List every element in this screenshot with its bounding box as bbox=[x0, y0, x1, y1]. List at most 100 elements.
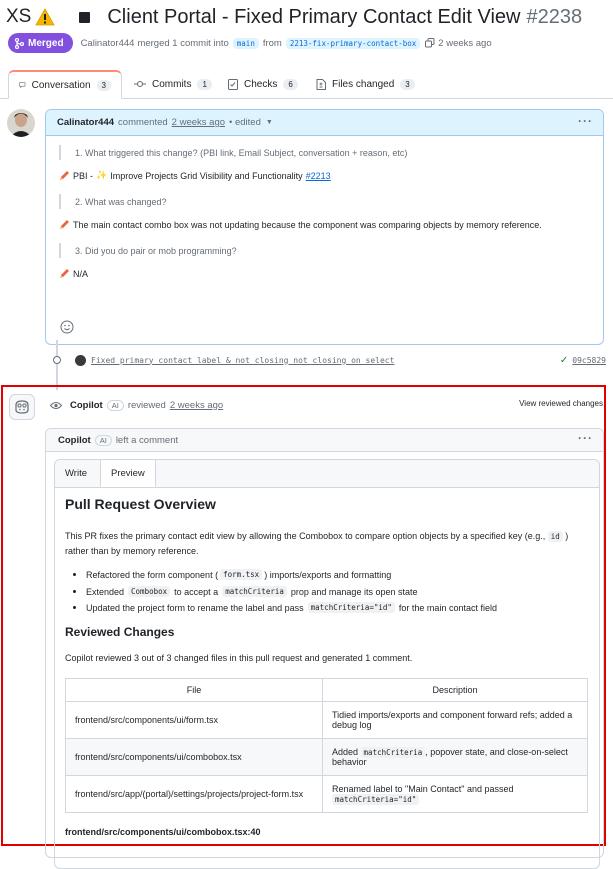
tab-preview[interactable]: Preview bbox=[100, 459, 156, 487]
kebab-menu-icon[interactable]: ··· bbox=[578, 431, 593, 445]
file-diff-icon bbox=[316, 78, 326, 90]
head-branch[interactable]: 2213-fix-primary-contact-box bbox=[285, 37, 421, 49]
pr-tabs: Conversation 3 Commits 1 Checks 6 Files … bbox=[0, 70, 613, 99]
ai-badge: AI bbox=[106, 399, 124, 411]
review-comment-card: Copilot AI left a comment ··· Write Prev… bbox=[45, 428, 604, 869]
column-header-description: Description bbox=[322, 678, 588, 702]
pencil-icon bbox=[60, 269, 69, 278]
merge-author[interactable]: Calinator444 bbox=[81, 38, 135, 49]
tab-label: Commits bbox=[152, 78, 192, 90]
reviewed-summary: Copilot reviewed 3 out of 3 changed file… bbox=[65, 653, 413, 663]
comment-author[interactable]: Calinator444 bbox=[57, 117, 114, 128]
issue-link[interactable]: #2213 bbox=[306, 171, 331, 181]
tab-conversation[interactable]: Conversation 3 bbox=[8, 70, 122, 99]
description-cell: Tidied imports/exports and component for… bbox=[322, 701, 588, 739]
ai-badge: AI bbox=[94, 434, 112, 446]
avatar[interactable] bbox=[7, 109, 35, 137]
commit-message[interactable]: Fixed primary contact label & not closin… bbox=[91, 356, 394, 365]
tab-write[interactable]: Write bbox=[65, 460, 87, 487]
description-cell: Renamed label to "Main Contact" and pass… bbox=[322, 775, 588, 813]
merged-status: Merged bbox=[28, 37, 64, 49]
file-cell[interactable]: frontend/src/app/(portal)/settings/proje… bbox=[65, 775, 323, 813]
question-text: 3. Did you do pair or mob programming? bbox=[75, 245, 237, 256]
tab-count: 3 bbox=[96, 79, 111, 91]
commit-icon bbox=[134, 80, 146, 88]
pr-number: #2238 bbox=[526, 5, 583, 28]
pr-title-row: XS Client Portal - Fixed Primary Contact… bbox=[6, 4, 607, 30]
inline-code: id bbox=[547, 531, 563, 542]
chevron-down-icon[interactable]: ▼ bbox=[266, 119, 273, 126]
answer-text: N/A bbox=[73, 268, 89, 279]
tab-label: Checks bbox=[244, 78, 278, 90]
description-text: Added bbox=[332, 747, 359, 757]
intro-text: rather than by memory reference. bbox=[65, 546, 199, 556]
comment-icon bbox=[19, 82, 26, 89]
answer-line: PBI - ✨ Improve Projects Grid Visibility… bbox=[59, 170, 331, 181]
comment-action: left a comment bbox=[115, 434, 179, 446]
reviewed-changes-heading: Reviewed Changes bbox=[65, 625, 175, 639]
review-time[interactable]: 2 weeks ago bbox=[170, 400, 223, 411]
page-title: Client Portal - Fixed Primary Contact Ed… bbox=[107, 5, 521, 28]
copilot-avatar[interactable] bbox=[9, 394, 35, 420]
intro-text: This PR fixes the primary contact edit v… bbox=[65, 531, 546, 541]
comment-author[interactable]: Copilot bbox=[58, 435, 91, 446]
base-branch[interactable]: main bbox=[232, 37, 259, 49]
file-cell[interactable]: frontend/src/components/ui/combobox.tsx bbox=[65, 738, 323, 776]
tab-label: Conversation bbox=[31, 79, 91, 91]
reviewer-name[interactable]: Copilot bbox=[70, 400, 103, 411]
table-row: frontend/src/app/(portal)/settings/proje… bbox=[65, 775, 588, 813]
list-text: for the main contact field bbox=[398, 602, 497, 613]
warning-icon bbox=[35, 8, 56, 26]
commit-row: Fixed primary contact label & not closin… bbox=[49, 350, 606, 370]
list-item: Updated the project form to rename the l… bbox=[73, 602, 497, 613]
table-row: frontend/src/components/ui/form.tsx Tidi… bbox=[65, 701, 588, 739]
review-row: Copilot AI reviewed 2 weeks ago View rev… bbox=[50, 396, 603, 414]
merge-icon bbox=[15, 37, 24, 49]
question-text: 1. What triggered this change? (PBI link… bbox=[75, 147, 408, 158]
commit-node-icon bbox=[53, 356, 61, 364]
comment-card: Calinator444 commented 2 weeks ago • edi… bbox=[45, 109, 604, 345]
kebab-menu-icon[interactable]: ··· bbox=[578, 114, 593, 128]
pr-meta-row: Merged Calinator444 merged 1 commit into… bbox=[8, 33, 492, 53]
from-text: from bbox=[262, 37, 282, 49]
tab-count: 1 bbox=[197, 78, 212, 90]
comment-header: Calinator444 commented 2 weeks ago • edi… bbox=[46, 110, 603, 136]
reviewed-files-table: File Description frontend/src/components… bbox=[65, 678, 588, 813]
avatar[interactable] bbox=[75, 354, 86, 366]
commit-status: ✓ 09c5829 bbox=[560, 355, 606, 366]
pencil-icon bbox=[60, 171, 69, 180]
tab-label: Files changed bbox=[332, 78, 395, 90]
description-cell: Added matchCriteria, popover state, and … bbox=[322, 738, 588, 776]
comment-file-path[interactable]: frontend/src/components/ui/combobox.tsx:… bbox=[65, 827, 261, 837]
comment-editor: Write Preview Pull Request Overview This… bbox=[54, 459, 600, 869]
tab-commits[interactable]: Commits 1 bbox=[124, 70, 222, 98]
add-reaction-icon[interactable] bbox=[60, 320, 74, 334]
merge-text: merged 1 commit into bbox=[137, 37, 229, 49]
edited-dropdown[interactable]: • edited bbox=[229, 117, 261, 128]
inline-code: matchCriteria bbox=[360, 747, 426, 758]
tab-count: 6 bbox=[283, 78, 298, 90]
copy-icon[interactable] bbox=[425, 38, 435, 48]
inline-code: matchCriteria="id" bbox=[332, 794, 420, 805]
pbi-prefix: PBI - bbox=[73, 170, 94, 181]
view-reviewed-changes-button[interactable]: View reviewed changes bbox=[519, 399, 603, 408]
checklist-icon bbox=[228, 78, 238, 90]
copilot-icon bbox=[15, 400, 29, 414]
list-text: prop and manage its open state bbox=[290, 586, 418, 597]
list-text: ) imports/exports and formatting bbox=[264, 569, 392, 580]
merged-time: 2 weeks ago bbox=[438, 37, 492, 49]
editor-tabs: Write Preview bbox=[55, 459, 599, 488]
tab-files-changed[interactable]: Files changed 3 bbox=[306, 70, 425, 98]
review-action: reviewed bbox=[127, 399, 166, 411]
answer-line: The main contact combo box was not updat… bbox=[59, 219, 542, 230]
tab-checks[interactable]: Checks 6 bbox=[218, 70, 308, 98]
sparkle-icon: ✨ bbox=[96, 170, 108, 180]
tab-count: 3 bbox=[400, 78, 415, 90]
file-cell[interactable]: frontend/src/components/ui/form.tsx bbox=[65, 701, 323, 739]
comment-time[interactable]: 2 weeks ago bbox=[172, 117, 225, 128]
answer-text: The main contact combo box was not updat… bbox=[73, 219, 542, 230]
commit-sha[interactable]: 09c5829 bbox=[572, 356, 606, 365]
list-item: Extended Combobox to accept a matchCrite… bbox=[73, 586, 417, 597]
list-item: Refactored the form component ( form.tsx… bbox=[73, 569, 391, 580]
pbi-title: Improve Projects Grid Visibility and Fun… bbox=[110, 170, 303, 181]
